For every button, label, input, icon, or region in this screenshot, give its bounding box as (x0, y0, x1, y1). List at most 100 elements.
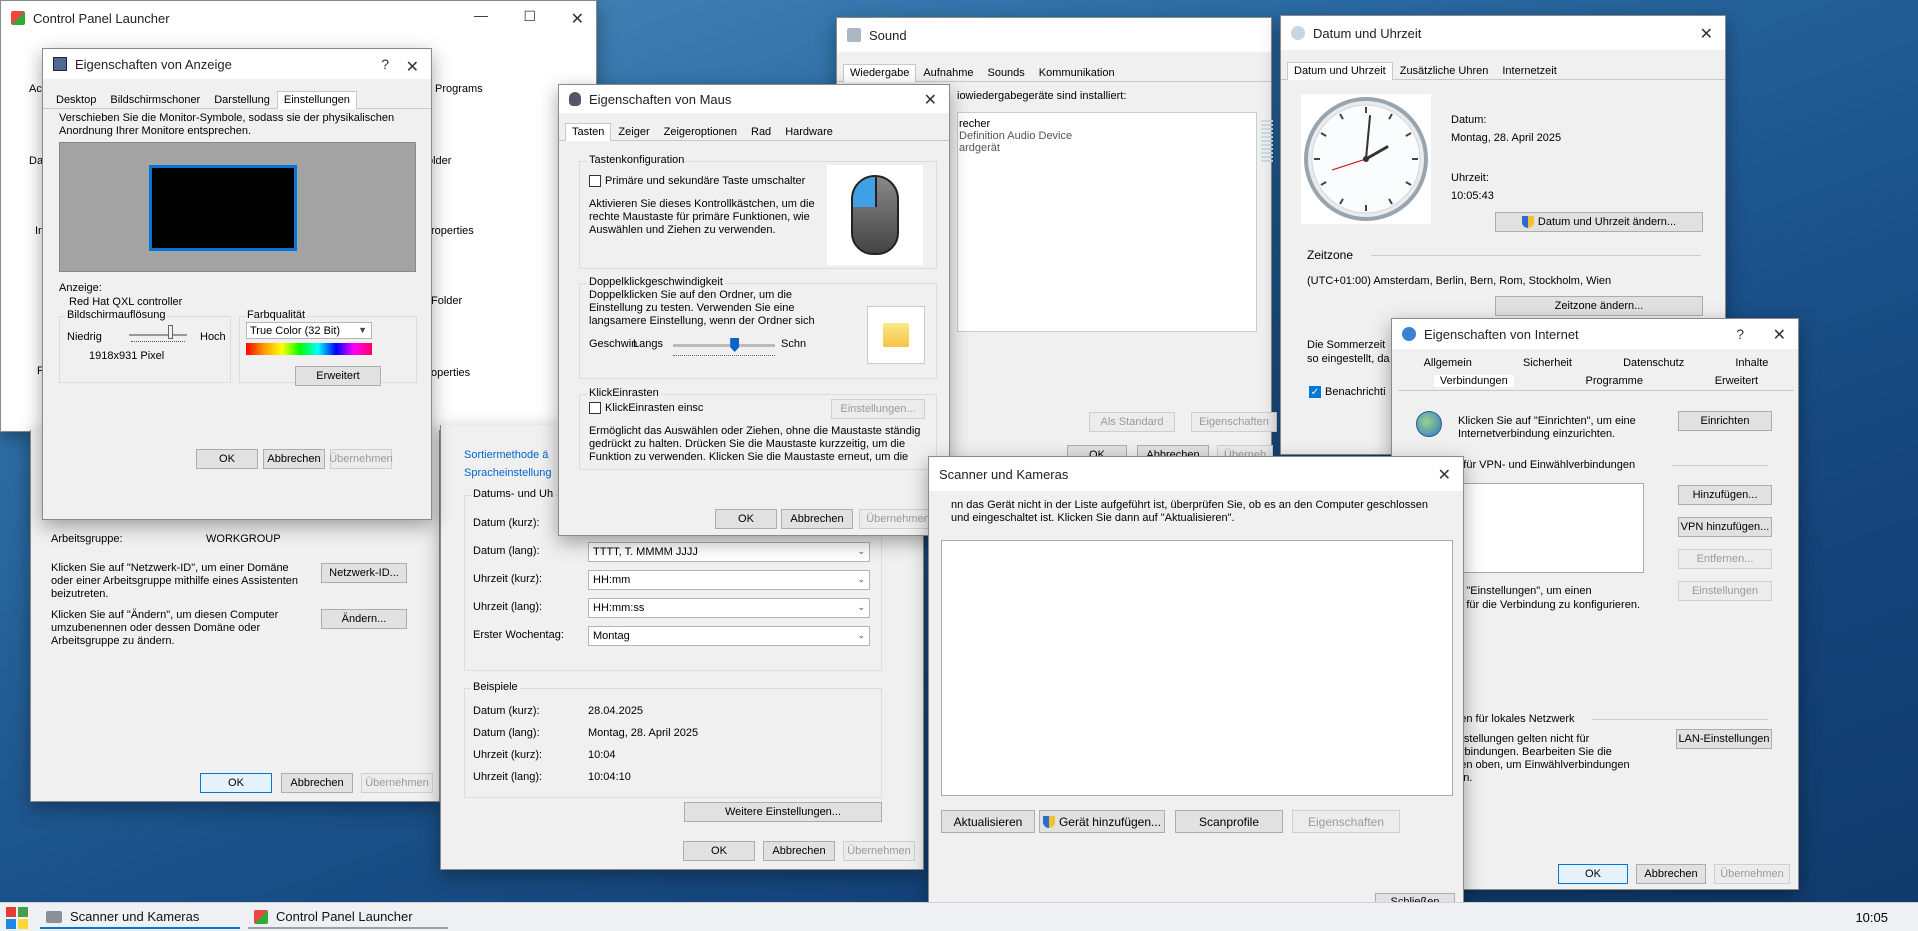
tab-internet-time[interactable]: Internetzeit (1495, 62, 1563, 79)
tab-screensaver[interactable]: Bildschirmschoner (103, 91, 207, 108)
test-folder-icon[interactable] (867, 306, 925, 364)
mouse-icon (569, 92, 581, 106)
format-row-select[interactable]: HH:mm:ss ⌄ (588, 598, 870, 618)
lan-text-2: Verbindungen. Bearbeiten Sie die (1448, 746, 1612, 758)
tab-sounds[interactable]: Sounds (980, 64, 1031, 81)
properties-item-2[interactable]: operties (431, 367, 470, 379)
properties-item[interactable]: roperties (431, 225, 474, 237)
folder-item-2[interactable]: Folder (431, 295, 462, 307)
cancel-button[interactable]: Abbrechen (1636, 864, 1706, 884)
ok-button[interactable]: OK (683, 841, 755, 861)
notify-label[interactable]: Benachrichti (1325, 386, 1386, 398)
sort-method-link[interactable]: Sortiermethode ä (464, 449, 548, 461)
taskbar-item-control-panel[interactable]: Control Panel Launcher (248, 906, 448, 929)
start-button[interactable] (6, 907, 28, 929)
add-device-button[interactable]: Gerät hinzufügen... (1039, 810, 1165, 833)
programs-item[interactable]: Programs (435, 83, 483, 95)
click-lock-checkbox[interactable] (589, 402, 601, 414)
tab-privacy[interactable]: Datenschutz (1623, 357, 1684, 369)
vpn-list[interactable] (1448, 483, 1644, 573)
click-lock-label: KlickEinrasten (587, 387, 661, 399)
window-title: Datum und Uhrzeit (1313, 25, 1422, 41)
close-button[interactable]: ✕ (924, 90, 937, 110)
notify-checkbox[interactable]: ✓ (1309, 386, 1321, 398)
change-date-time-button[interactable]: Datum und Uhrzeit ändern... (1495, 212, 1703, 232)
tab-advanced[interactable]: Erweitert (1715, 375, 1758, 387)
advanced-button[interactable]: Erweitert (295, 366, 381, 386)
color-spectrum-bar (246, 343, 372, 355)
maximize-button[interactable]: ☐ (523, 8, 536, 25)
tab-playback[interactable]: Wiedergabe (843, 64, 917, 82)
add-vpn-button[interactable]: VPN hinzufügen... (1678, 517, 1772, 537)
add-button[interactable]: Hinzufügen... (1678, 485, 1772, 505)
help-button[interactable]: ? (381, 56, 389, 72)
device-list[interactable] (957, 112, 1257, 332)
tab-programs[interactable]: Programme (1586, 375, 1643, 387)
cancel-button[interactable]: Abbrechen (263, 449, 325, 469)
setup-button[interactable]: Einrichten (1678, 411, 1772, 431)
tab-connections[interactable]: Verbindungen (1433, 375, 1514, 387)
tab-security[interactable]: Sicherheit (1523, 357, 1572, 369)
clock-icon (1291, 26, 1305, 40)
tab-pointer-options[interactable]: Zeigeroptionen (657, 123, 744, 140)
resolution-slider-thumb[interactable] (168, 325, 173, 339)
close-button[interactable]: ✕ (571, 9, 584, 29)
format-row-select[interactable]: HH:mm ⌄ (588, 570, 870, 590)
tab-recording[interactable]: Aufnahme (916, 64, 980, 81)
tab-date-time[interactable]: Datum und Uhrzeit (1287, 62, 1393, 80)
tab-additional-clocks[interactable]: Zusätzliche Uhren (1393, 62, 1496, 79)
change-button[interactable]: Ändern... (321, 609, 407, 629)
cancel-button[interactable]: Abbrechen (781, 509, 853, 529)
cancel-button[interactable]: Abbrechen (763, 841, 835, 861)
side-item-2[interactable]: Da (29, 155, 43, 167)
tab-hardware[interactable]: Hardware (778, 123, 840, 140)
tab-pointer[interactable]: Zeiger (611, 123, 656, 140)
tab-general[interactable]: Allgemein (1424, 357, 1472, 369)
speed-label: Geschwin (589, 338, 638, 350)
lan-settings-button[interactable]: LAN-Einstellungen (1676, 729, 1772, 749)
tab-appearance[interactable]: Darstellung (207, 91, 277, 108)
cancel-button[interactable]: Abbrechen (281, 773, 353, 793)
click-lock-checkbox-label[interactable]: KlickEinrasten einsc (605, 402, 703, 414)
close-button[interactable]: ✕ (406, 57, 419, 77)
tab-buttons[interactable]: Tasten (565, 123, 612, 141)
tab-communication[interactable]: Kommunikation (1032, 64, 1122, 81)
network-id-button[interactable]: Netzwerk-ID... (321, 563, 407, 583)
ok-button[interactable]: OK (200, 773, 272, 793)
format-row-select[interactable]: TTTT, T. MMMM JJJJ ⌄ (588, 542, 870, 562)
help-button[interactable]: ? (1736, 326, 1744, 342)
tab-desktop[interactable]: Desktop (49, 91, 103, 108)
minimize-button[interactable]: — (474, 7, 488, 23)
change-timezone-button[interactable]: Zeitzone ändern... (1495, 296, 1703, 316)
tab-settings[interactable]: Einstellungen (276, 91, 357, 109)
mouse-preview (827, 165, 923, 265)
color-quality-select[interactable]: True Color (32 Bit) ▼ (246, 322, 372, 339)
ok-button[interactable]: OK (196, 449, 258, 469)
more-settings-button[interactable]: Weitere Einstellungen... (684, 802, 882, 822)
device-list[interactable] (941, 540, 1453, 796)
format-row-label: Datum (lang): (473, 545, 540, 557)
tab-strip: Tasten Zeiger Zeigeroptionen Rad Hardwar… (559, 121, 949, 141)
taskbar-clock[interactable]: 10:05 (1855, 910, 1888, 925)
taskbar-item-scanner[interactable]: Scanner und Kameras (40, 906, 240, 929)
ok-button[interactable]: OK (715, 509, 777, 529)
language-settings-link[interactable]: Spracheinstellung (464, 467, 551, 479)
close-button[interactable]: ✕ (1700, 24, 1713, 44)
format-row-select[interactable]: Montag ⌄ (588, 626, 870, 646)
close-button[interactable]: ✕ (1773, 325, 1786, 345)
close-button[interactable]: ✕ (1438, 465, 1451, 485)
side-item-1[interactable]: Ac (29, 83, 42, 95)
window-title: Control Panel Launcher (33, 10, 170, 26)
taskbar-item-label: Control Panel Launcher (276, 909, 413, 924)
ok-button[interactable]: OK (1558, 864, 1628, 884)
refresh-button[interactable]: Aktualisieren (941, 810, 1035, 833)
swap-buttons-checkbox[interactable] (589, 175, 601, 187)
tab-wheel[interactable]: Rad (744, 123, 778, 140)
format-row-value: Montag (593, 630, 630, 642)
double-click-speed-slider[interactable] (673, 344, 775, 347)
monitor-1-icon[interactable] (149, 165, 297, 251)
scan-profiles-button[interactable]: Scanprofile (1175, 810, 1283, 833)
swap-buttons-label[interactable]: Primäre und sekundäre Taste umschalter (605, 175, 805, 187)
tab-content[interactable]: Inhalte (1735, 357, 1768, 369)
resolution-slider[interactable] (129, 334, 187, 336)
